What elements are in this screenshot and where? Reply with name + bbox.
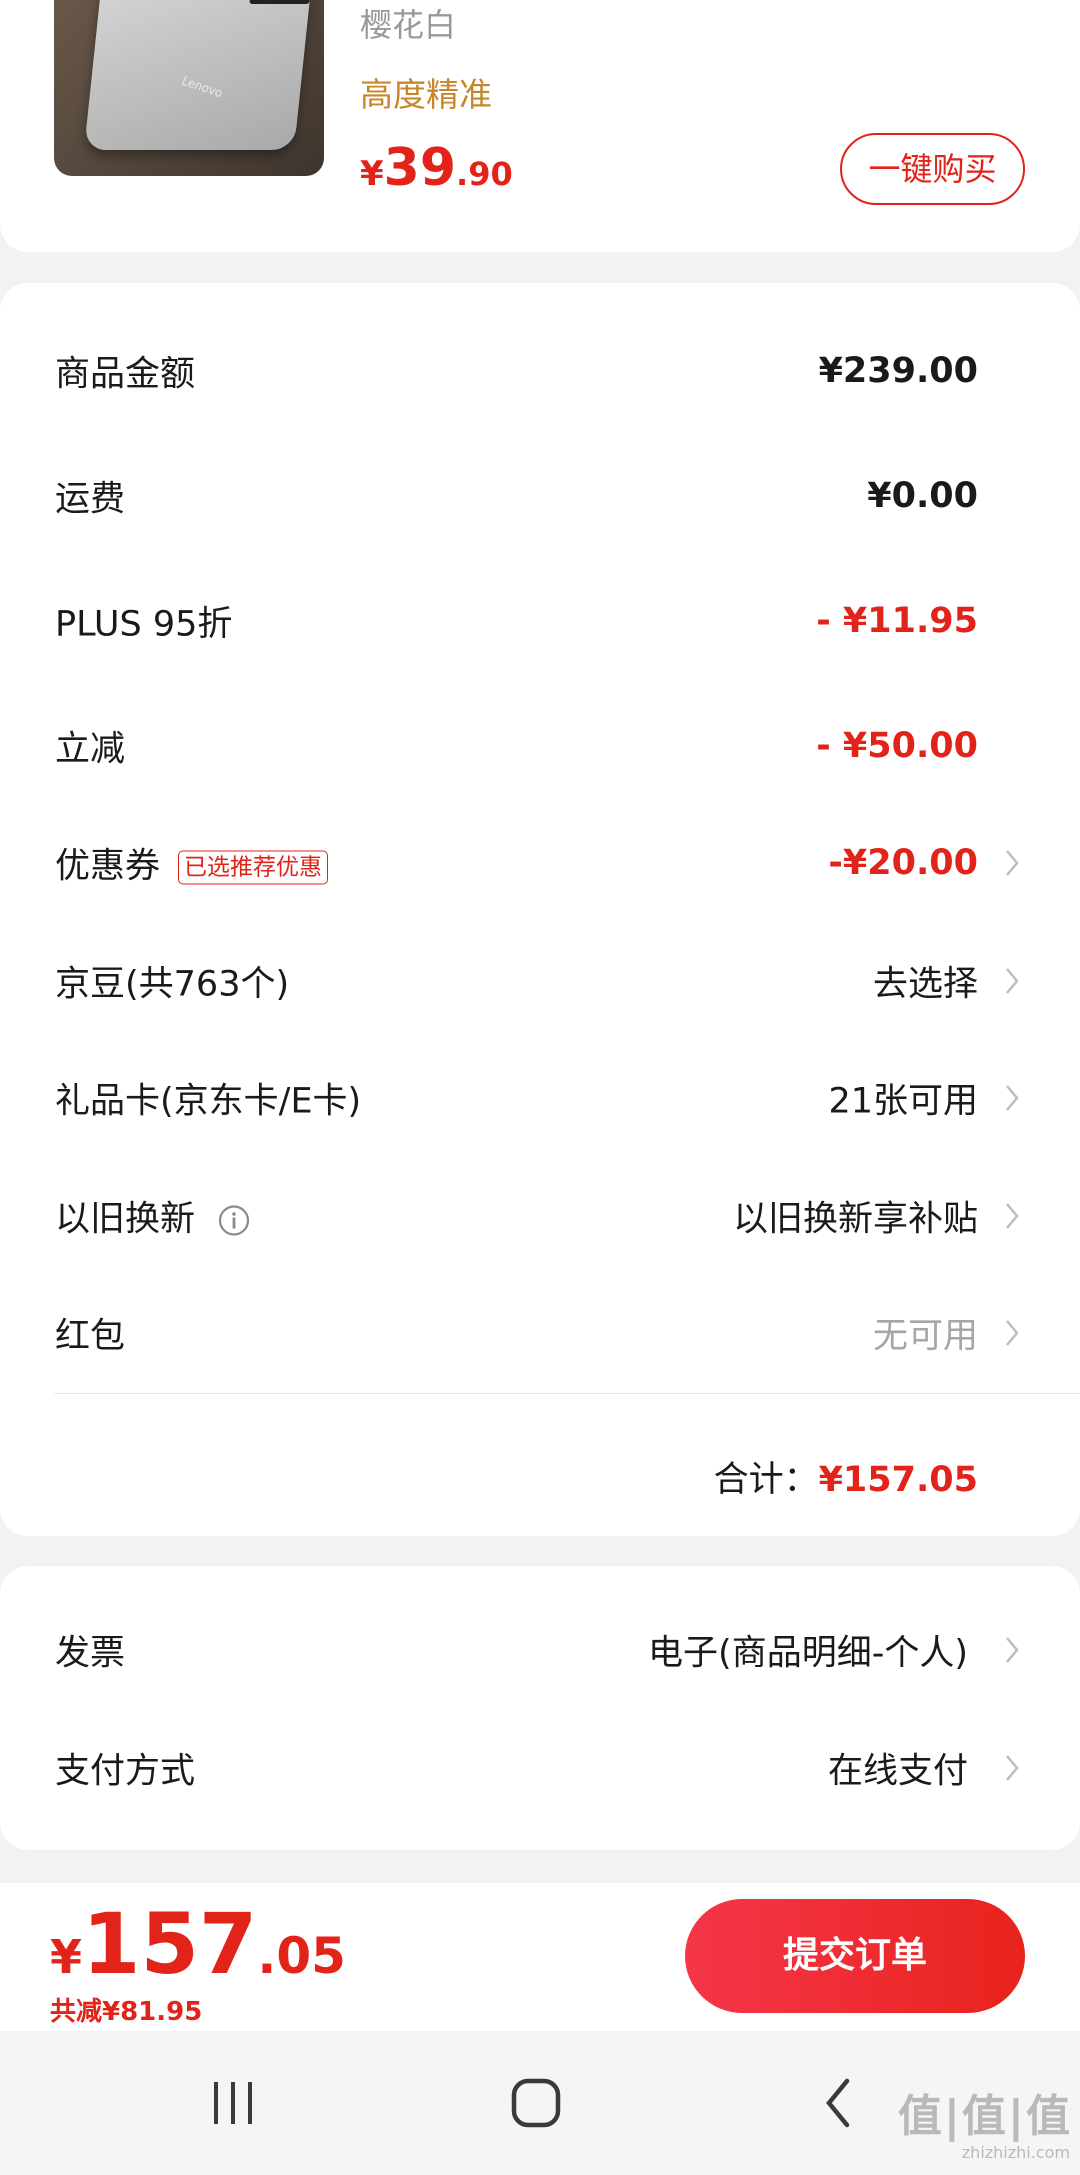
price-row-instant-discount: 立减 - ¥50.00 bbox=[0, 716, 1080, 776]
final-price-integer: 157 bbox=[82, 1895, 258, 1993]
scale-image: 4680 Lenovo bbox=[84, 0, 314, 150]
product-tag: 高度精准 bbox=[360, 75, 492, 114]
one-click-buy-button[interactable]: 一键购买 bbox=[840, 133, 1025, 205]
row-value: -¥20.00 bbox=[828, 843, 978, 883]
trade-in-label: 以旧换新 bbox=[55, 1199, 196, 1240]
invoice-payment-card: 发票 电子(商品明细-个人) 支付方式 在线支付 bbox=[0, 1566, 1080, 1850]
recent-apps-icon[interactable] bbox=[208, 2078, 258, 2128]
row-value: 去选择 bbox=[872, 964, 978, 1005]
chevron-right-icon bbox=[1006, 1085, 1019, 1111]
chevron-right-icon bbox=[1006, 1320, 1019, 1346]
row-value: 以旧换新享补贴 bbox=[732, 1199, 978, 1240]
total-value: ¥157.05 bbox=[818, 1460, 978, 1500]
row-label: 立减 bbox=[55, 729, 126, 770]
price-symbol: ¥ bbox=[360, 154, 384, 194]
row-label: 商品金额 bbox=[55, 354, 196, 395]
price-row-goods-amount: 商品金额 ¥239.00 bbox=[0, 341, 1080, 401]
chevron-right-icon bbox=[1006, 1755, 1019, 1781]
row-label: 支付方式 bbox=[55, 1751, 196, 1792]
row-label: 礼品卡(京东卡/E卡) bbox=[55, 1081, 362, 1122]
price-row-jd-beans[interactable]: 京豆(共763个) 去选择 bbox=[0, 951, 1080, 1011]
chevron-right-icon bbox=[1006, 968, 1019, 994]
price-row-coupon[interactable]: 优惠券 已选推荐优惠 -¥20.00 bbox=[0, 833, 1080, 893]
product-card: 4680 Lenovo 樱花白 高度精准 ¥39.90 一键购买 bbox=[0, 0, 1080, 252]
price-row-red-packet[interactable]: 红包 无可用 bbox=[0, 1303, 1080, 1363]
row-value: ¥239.00 bbox=[818, 351, 978, 391]
scale-display-text: 4680 bbox=[249, 0, 312, 4]
divider bbox=[54, 1393, 1080, 1394]
final-price-decimal: .05 bbox=[257, 1927, 346, 1985]
final-price-symbol: ¥ bbox=[50, 1930, 83, 1984]
home-icon[interactable] bbox=[510, 2077, 562, 2129]
coupon-badge: 已选推荐优惠 bbox=[178, 850, 329, 885]
coupon-label: 优惠券 bbox=[55, 846, 161, 887]
price-row-plus-discount: PLUS 95折 - ¥11.95 bbox=[0, 591, 1080, 651]
info-icon[interactable] bbox=[217, 1204, 251, 1238]
row-value: ¥0.00 bbox=[867, 476, 978, 516]
row-value: 21张可用 bbox=[828, 1081, 978, 1122]
row-value: - ¥50.00 bbox=[816, 726, 978, 766]
row-label: 优惠券 已选推荐优惠 bbox=[55, 838, 329, 889]
row-value: 无可用 bbox=[872, 1316, 978, 1357]
price-integer: 39 bbox=[383, 138, 457, 198]
price-row-trade-in[interactable]: 以旧换新 以旧换新享补贴 bbox=[0, 1186, 1080, 1246]
watermark-logo: 值|值|值 bbox=[897, 2091, 1072, 2142]
price-detail-card: 商品金额 ¥239.00 运费 ¥0.00 PLUS 95折 - ¥11.95 … bbox=[0, 283, 1080, 1536]
chevron-right-icon bbox=[1006, 1203, 1019, 1229]
row-label: 运费 bbox=[55, 479, 126, 520]
product-variant: 樱花白 bbox=[360, 6, 457, 44]
total-label: 合计： bbox=[713, 1460, 819, 1500]
row-label: PLUS 95折 bbox=[55, 604, 233, 645]
final-price: ¥157.05 bbox=[50, 1895, 346, 1993]
price-row-shipping: 运费 ¥0.00 bbox=[0, 466, 1080, 526]
chevron-right-icon bbox=[1006, 850, 1019, 876]
watermark-url: zhizhizhi.com bbox=[961, 2143, 1070, 2162]
back-icon[interactable] bbox=[819, 2077, 859, 2129]
invoice-row[interactable]: 发票 电子(商品明细-个人) bbox=[0, 1620, 1080, 1680]
price-decimal: .90 bbox=[456, 155, 513, 193]
price-row-gift-card[interactable]: 礼品卡(京东卡/E卡) 21张可用 bbox=[0, 1068, 1080, 1128]
payment-method-row[interactable]: 支付方式 在线支付 bbox=[0, 1738, 1080, 1798]
row-value: - ¥11.95 bbox=[816, 601, 978, 641]
product-thumbnail[interactable]: 4680 Lenovo bbox=[54, 0, 324, 176]
checkout-bar: ¥157.05 共减¥81.95 提交订单 bbox=[0, 1883, 1080, 2031]
row-value: 电子(商品明细-个人) bbox=[648, 1633, 968, 1674]
total-row: 合计：¥157.05 bbox=[714, 1451, 978, 1502]
row-label: 以旧换新 bbox=[55, 1191, 251, 1242]
scale-brand-text: Lenovo bbox=[179, 73, 225, 101]
submit-order-button[interactable]: 提交订单 bbox=[685, 1899, 1025, 2013]
row-label: 京豆(共763个) bbox=[55, 964, 290, 1005]
row-label: 红包 bbox=[55, 1316, 126, 1357]
row-label: 发票 bbox=[55, 1633, 126, 1674]
row-value: 在线支付 bbox=[827, 1751, 968, 1792]
product-price: ¥39.90 bbox=[360, 138, 513, 198]
total-saved: 共减¥81.95 bbox=[50, 1997, 203, 2027]
chevron-right-icon bbox=[1006, 1637, 1019, 1663]
